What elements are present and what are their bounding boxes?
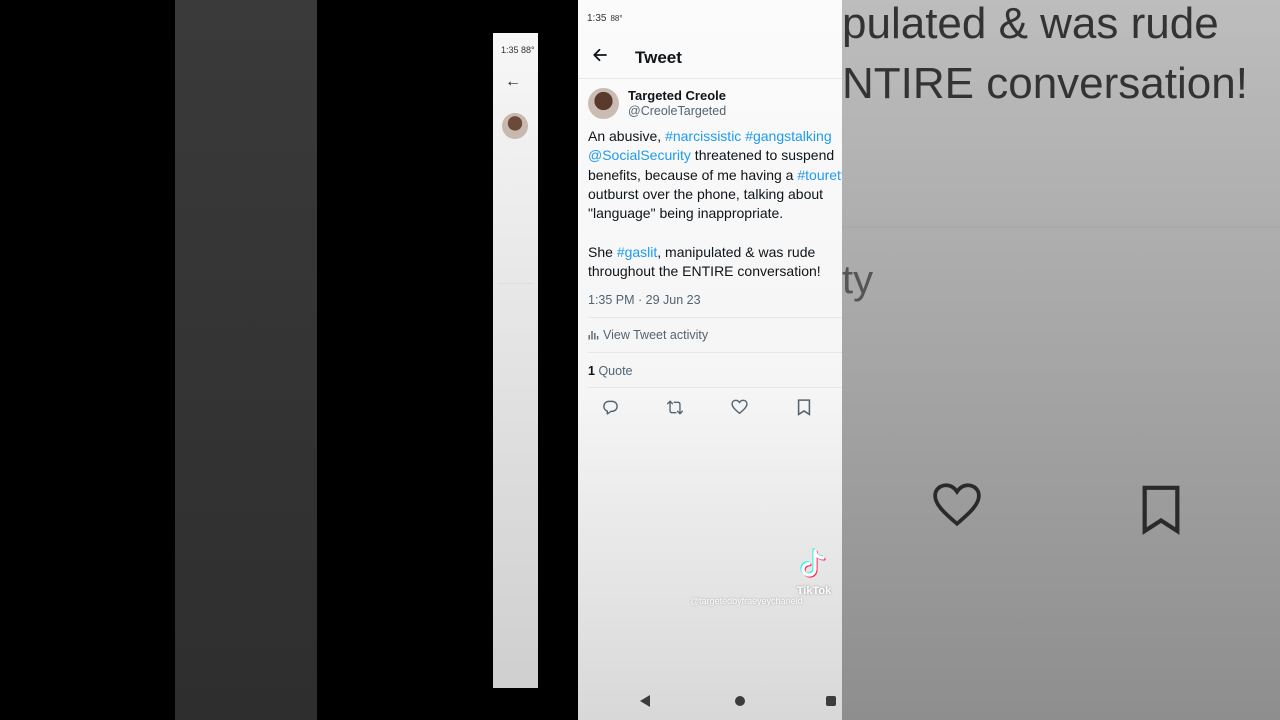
tweet-line [588,223,842,242]
nav-home-icon[interactable] [735,696,745,706]
zoomed-line-1: pulated & was rude [842,0,1219,48]
tweet-text-segment: outburst over the phone, talking about [588,185,824,202]
android-nav-bar [578,690,842,712]
tweet-header: Tweet [578,38,842,79]
divider [588,387,842,388]
tweet-text-segment: An abusive, [588,128,666,144]
bookmark-icon [797,398,811,416]
tiktok-watermark: TikTok [792,548,836,597]
page-title: Tweet [635,48,682,67]
background-dark-band [317,0,578,720]
divider [588,317,842,318]
tweet-text-segment: threatened to suspend [690,147,835,164]
quote-count-link[interactable]: 1 Quote [588,364,633,378]
zoomed-bookmark-icon [1142,485,1180,535]
tweet-line: outburst over the phone, talking about [588,185,842,204]
zoomed-divider-2 [842,356,1280,358]
tweet-line: An abusive, #narcissistic #gangstalking [588,127,842,146]
background-mini-phone: 1:35 88° ← [493,33,538,688]
tweet-line: @SocialSecurity threatened to suspend [588,146,842,165]
status-time: 1:35 [587,13,607,24]
mini-avatar [502,113,528,139]
divider [588,352,842,353]
background-blur-left [175,0,317,720]
activity-label: View Tweet activity [603,328,709,342]
reply-icon [602,400,618,415]
hashtag-link[interactable]: #narcissistic [665,128,741,144]
tiktok-logo-icon [800,548,826,578]
tweet-timestamp[interactable]: 1:35 PM · 29 Jun 23 [588,293,701,307]
bookmark-button[interactable] [793,396,815,418]
tiktok-username: @targetedbyfraeyeychaneld [690,596,803,606]
status-bar: 1:35 88° [587,13,623,24]
mini-status-bar: 1:35 88° [501,45,535,55]
author-name[interactable]: Targeted Creole [628,88,726,103]
zoomed-text: pulated & was rude NTIRE conversation! [842,0,1248,114]
nav-back-icon[interactable] [640,695,650,707]
tweet-text-segment: She [588,243,617,260]
tweet-text-segment: benefits, because of me having a [588,166,798,183]
tweet-text: An abusive, #narcissistic #gangstalking @… [588,127,842,281]
tweet-text-segment: "language" being inappropriate. [588,205,784,222]
nav-recents-icon[interactable] [826,696,836,706]
like-icon [730,399,748,415]
mini-back-arrow-icon: ← [505,73,521,90]
background-zoomed-tweet: pulated & was rude NTIRE conversation! t… [842,0,1280,720]
reply-button[interactable] [599,396,621,418]
tweet-line: "language" being inappropriate. [588,204,842,223]
quote-label: Quote [598,364,633,378]
tweet-text-segment: , manipulated & was rude [657,243,816,260]
arrow-left-icon[interactable] [592,47,608,63]
zoomed-heart-icon [933,483,981,527]
view-activity-link[interactable]: View Tweet activity [588,328,708,342]
retweet-icon [666,400,684,414]
hashtag-link[interactable]: @SocialSecurity [588,147,691,163]
zoomed-line-3: ty [842,258,874,302]
mini-divider [498,283,533,284]
like-button[interactable] [728,396,750,418]
tweet-text-segment: throughout the ENTIRE conversation! [588,263,821,280]
tweet-line: benefits, because of me having a #touret… [588,166,842,185]
phone-screen: 1:35 88° Tweet Targeted Creole @CreoleTar… [578,0,842,720]
status-temperature: 88° [610,14,623,23]
quote-count: 1 [588,364,595,378]
tweet-line: throughout the ENTIRE conversation! [588,262,842,281]
avatar[interactable] [588,88,619,119]
retweet-button[interactable] [664,396,686,418]
tweet-line: She #gaslit, manipulated & was rude [588,243,842,262]
hashtag-link[interactable]: #gangstalking [745,128,831,144]
zoomed-divider [842,226,1280,228]
hashtag-link[interactable]: #gaslit [617,244,657,260]
hashtag-link[interactable]: #tourettes [797,167,842,183]
tweet-actions [578,396,842,418]
zoomed-line-2: NTIRE conversation! [842,59,1248,108]
analytics-icon [588,331,599,340]
author-handle[interactable]: @CreoleTargeted [628,104,726,118]
